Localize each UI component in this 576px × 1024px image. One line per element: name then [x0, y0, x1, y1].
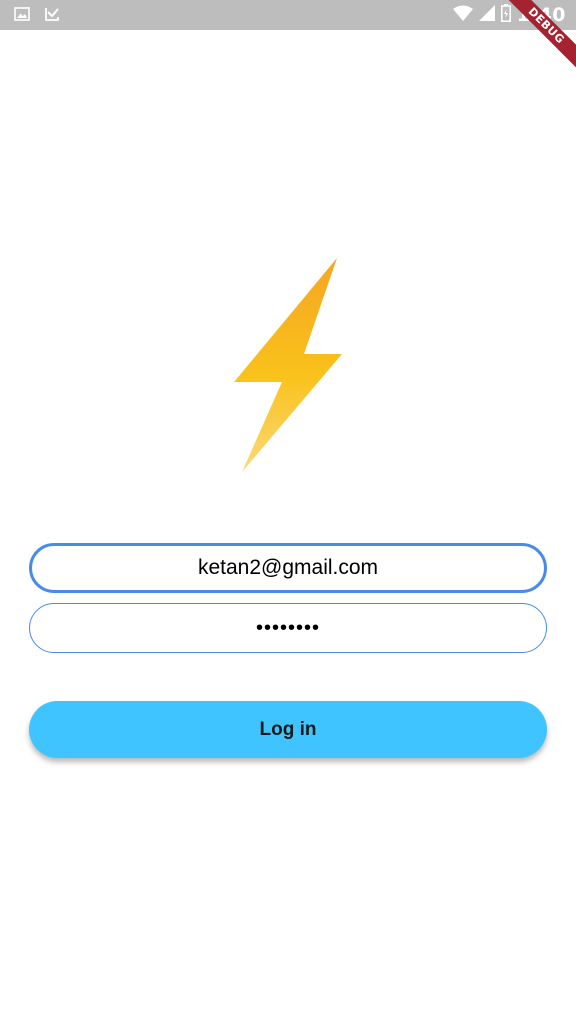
login-button[interactable]: Log in — [29, 701, 547, 758]
signal-icon — [478, 4, 495, 26]
password-field[interactable] — [29, 603, 547, 653]
email-field[interactable] — [29, 543, 547, 593]
status-time: 1:40 — [516, 4, 566, 26]
status-bar: 1:40 — [0, 0, 576, 30]
status-system: 1:40 — [452, 0, 566, 30]
wifi-icon — [452, 5, 473, 26]
download-icon — [44, 6, 60, 27]
lightning-bolt-icon — [234, 258, 342, 472]
image-icon — [14, 6, 30, 27]
battery-icon — [500, 3, 511, 27]
status-notifications — [14, 6, 60, 27]
